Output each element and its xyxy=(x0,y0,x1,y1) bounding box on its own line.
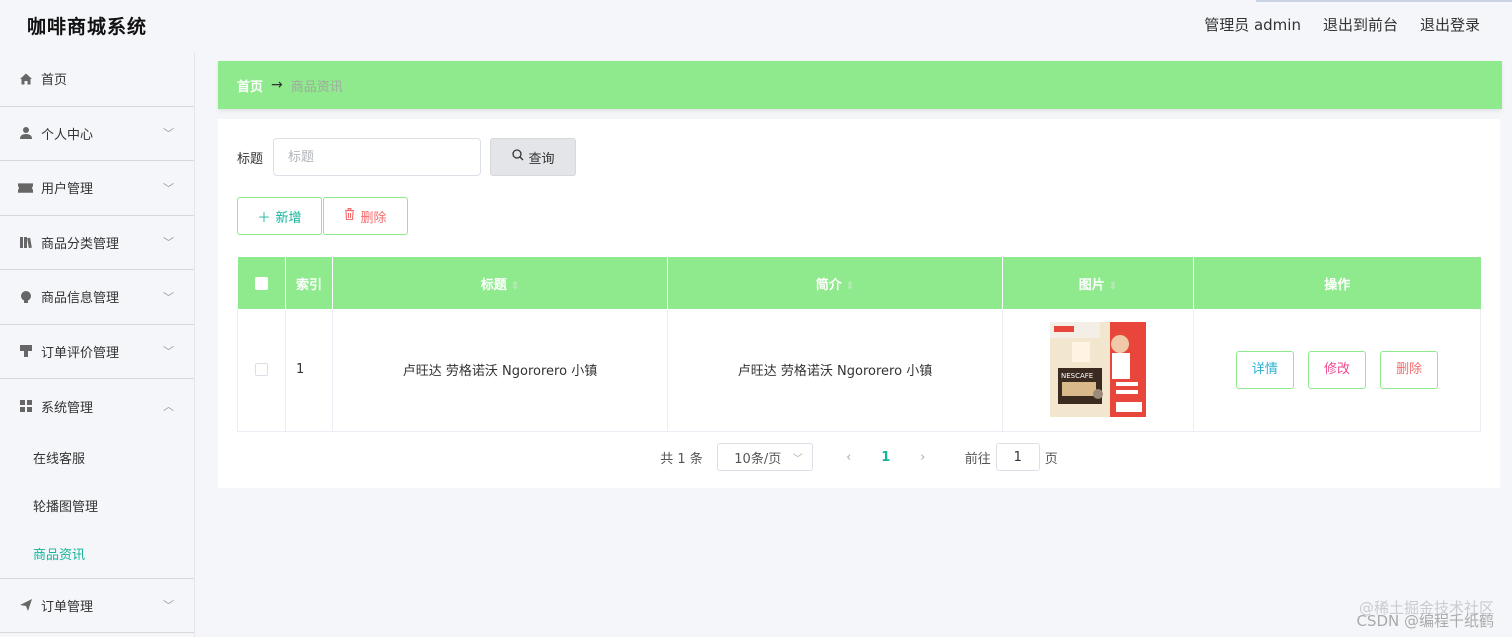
delete-button[interactable]: 删除 xyxy=(323,197,408,235)
sidebar-item-label: 订单评价管理 xyxy=(41,345,120,361)
row-intro: 卢旺达 劳格诺沃 Ngororero 小镇 xyxy=(667,309,1003,432)
col-image[interactable]: 图片 ⇕ xyxy=(1002,257,1194,309)
user-icon xyxy=(18,126,33,141)
row-delete-button[interactable]: 删除 xyxy=(1380,350,1439,389)
search-label: 标题 xyxy=(237,151,264,167)
col-index[interactable]: 索引 xyxy=(285,257,333,309)
table-row: 1 卢旺达 劳格诺沃 Ngororero 小镇 卢旺达 劳格诺沃 Ngorore… xyxy=(237,309,1481,432)
chevron-down-icon: ﹀ xyxy=(792,453,803,465)
sort-icon[interactable]: ⇕ xyxy=(1109,281,1117,292)
bulb-icon xyxy=(18,289,33,304)
search-button[interactable]: 查询 xyxy=(490,138,577,176)
watermark-csdn: CSDN @编程千纸鹤 xyxy=(1356,612,1494,630)
sidebar-item-label: 首页 xyxy=(41,73,68,89)
breadcrumb-current: 商品资讯 xyxy=(290,79,343,95)
col-ops: 操作 xyxy=(1193,257,1481,309)
home-icon xyxy=(18,71,33,86)
goto-input[interactable] xyxy=(995,443,1040,471)
sidebar-item-profile[interactable]: 个人中心 ﹀ xyxy=(0,107,194,161)
search-row: 标题 查询 xyxy=(237,138,577,176)
row-checkbox[interactable] xyxy=(255,363,268,377)
action-row: ＋ 新增 删除 xyxy=(237,197,409,235)
search-button-label: 查询 xyxy=(528,151,555,167)
sidebar-item-label: 商品分类管理 xyxy=(41,236,120,252)
next-page-button[interactable]: › xyxy=(907,450,939,465)
row-index: 1 xyxy=(285,309,333,432)
app-title: 咖啡商城系统 xyxy=(27,16,148,38)
to-front-link[interactable]: 退出到前台 xyxy=(1323,14,1398,35)
sidebar-item-orders[interactable]: 订单管理 ﹀ xyxy=(0,579,194,633)
sidebar-item-users[interactable]: 用户管理 ﹀ xyxy=(0,161,194,216)
breadcrumb: 首页 → 商品资讯 xyxy=(218,61,1502,109)
chevron-down-icon: ﹀ xyxy=(163,236,174,250)
goto-label: 前往 xyxy=(964,451,991,467)
sidebar-item-system[interactable]: 系统管理 ︿ xyxy=(0,379,194,434)
sidebar-item-home[interactable]: 首页 xyxy=(0,52,194,107)
send-icon xyxy=(18,598,33,613)
detail-button[interactable]: 详情 xyxy=(1235,350,1294,389)
chevron-down-icon: ﹀ xyxy=(163,290,174,304)
system-submenu: 系统管理 ︿ 在线客服 轮播图管理 商品资讯 xyxy=(0,379,194,579)
top-links: 管理员 admin 退出到前台 退出登录 xyxy=(1204,14,1480,35)
sidebar-sub-carousel[interactable]: 轮播图管理 xyxy=(0,482,194,530)
row-select-cell xyxy=(237,309,286,432)
sidebar-item-label: 系统管理 xyxy=(41,400,94,416)
product-image: NESCAFE xyxy=(1050,322,1146,418)
sidebar-sub-news[interactable]: 商品资讯 xyxy=(0,530,194,578)
grid-icon xyxy=(18,399,33,414)
product-image-brand: NESCAFE xyxy=(1061,372,1093,380)
row-ops-cell: 详情 修改 删除 xyxy=(1193,309,1481,432)
row-image-cell: NESCAFE xyxy=(1002,309,1194,432)
prev-page-button[interactable]: ‹ xyxy=(833,450,865,465)
search-icon xyxy=(511,149,524,165)
pagination: 共 1 条 10条/页 ﹀ ‹ 1 › 前往 页 xyxy=(218,443,1500,471)
sort-icon[interactable]: ⇕ xyxy=(846,281,854,292)
sidebar: 首页 个人中心 ﹀ 用户管理 ﹀ 商品分类管理 ﹀ 商品信息管理 ﹀ 订单评价管… xyxy=(0,52,195,637)
select-all-checkbox[interactable] xyxy=(254,276,268,290)
top-divider xyxy=(1256,0,1512,2)
page-number[interactable]: 1 xyxy=(868,450,904,465)
sidebar-item-label: 用户管理 xyxy=(41,182,94,198)
admin-label[interactable]: 管理员 admin xyxy=(1204,14,1301,35)
sidebar-item-label: 个人中心 xyxy=(41,127,94,143)
page-size-select[interactable]: 10条/页 ﹀ xyxy=(716,443,813,471)
sidebar-item-review[interactable]: 订单评价管理 ﹀ xyxy=(0,325,194,379)
plus-icon: ＋ xyxy=(257,210,271,226)
table-header-row: 索引 标题 ⇕ 简介 ⇕ 图片 ⇕ 操作 xyxy=(237,257,1481,309)
search-input[interactable] xyxy=(273,138,482,176)
trash-icon xyxy=(344,208,355,224)
add-button[interactable]: ＋ 新增 xyxy=(237,197,322,235)
edit-button[interactable]: 修改 xyxy=(1308,350,1366,389)
col-title[interactable]: 标题 ⇕ xyxy=(332,257,668,309)
chevron-down-icon: ﹀ xyxy=(163,127,174,141)
stamp-icon xyxy=(18,344,33,359)
pagination-total: 共 1 条 xyxy=(660,451,703,467)
delete-button-label: 删除 xyxy=(360,210,387,226)
chevron-up-icon: ︿ xyxy=(163,400,174,414)
sidebar-item-goods[interactable]: 商品信息管理 ﹀ xyxy=(0,270,194,325)
top-bar: 咖啡商城系统 管理员 admin 退出到前台 退出登录 xyxy=(0,0,1512,52)
sidebar-item-label: 订单管理 xyxy=(41,599,94,615)
col-intro[interactable]: 简介 ⇕ xyxy=(667,257,1003,309)
content-panel: 标题 查询 ＋ 新增 删除 索引 标题⇕ 简介⇕ 图片⇕ xyxy=(218,119,1500,488)
select-all-cell xyxy=(237,257,286,309)
chevron-down-icon: ﹀ xyxy=(163,599,174,613)
books-icon xyxy=(18,235,33,250)
add-button-label: 新增 xyxy=(275,210,302,226)
logout-link[interactable]: 退出登录 xyxy=(1420,14,1480,35)
data-table: 索引 标题 ⇕ 简介 ⇕ 图片 ⇕ 操作 1 卢旺达 劳格诺沃 Ngororero 小… xyxy=(237,257,1481,432)
breadcrumb-arrow: → xyxy=(271,77,283,93)
page-size-value: 10条/页 xyxy=(734,451,782,467)
sidebar-item-category[interactable]: 商品分类管理 ﹀ xyxy=(0,216,194,270)
ticket-icon xyxy=(18,180,33,195)
sidebar-sub-service[interactable]: 在线客服 xyxy=(0,434,194,482)
pagination-goto: 前往 页 xyxy=(965,443,1058,471)
breadcrumb-home[interactable]: 首页 xyxy=(237,76,263,95)
goto-suffix: 页 xyxy=(1044,451,1058,467)
chevron-down-icon: ﹀ xyxy=(163,181,174,195)
sort-icon[interactable]: ⇕ xyxy=(511,281,519,292)
chevron-down-icon: ﹀ xyxy=(163,345,174,359)
sidebar-item-label: 商品信息管理 xyxy=(41,291,120,307)
row-title: 卢旺达 劳格诺沃 Ngororero 小镇 xyxy=(332,309,668,432)
